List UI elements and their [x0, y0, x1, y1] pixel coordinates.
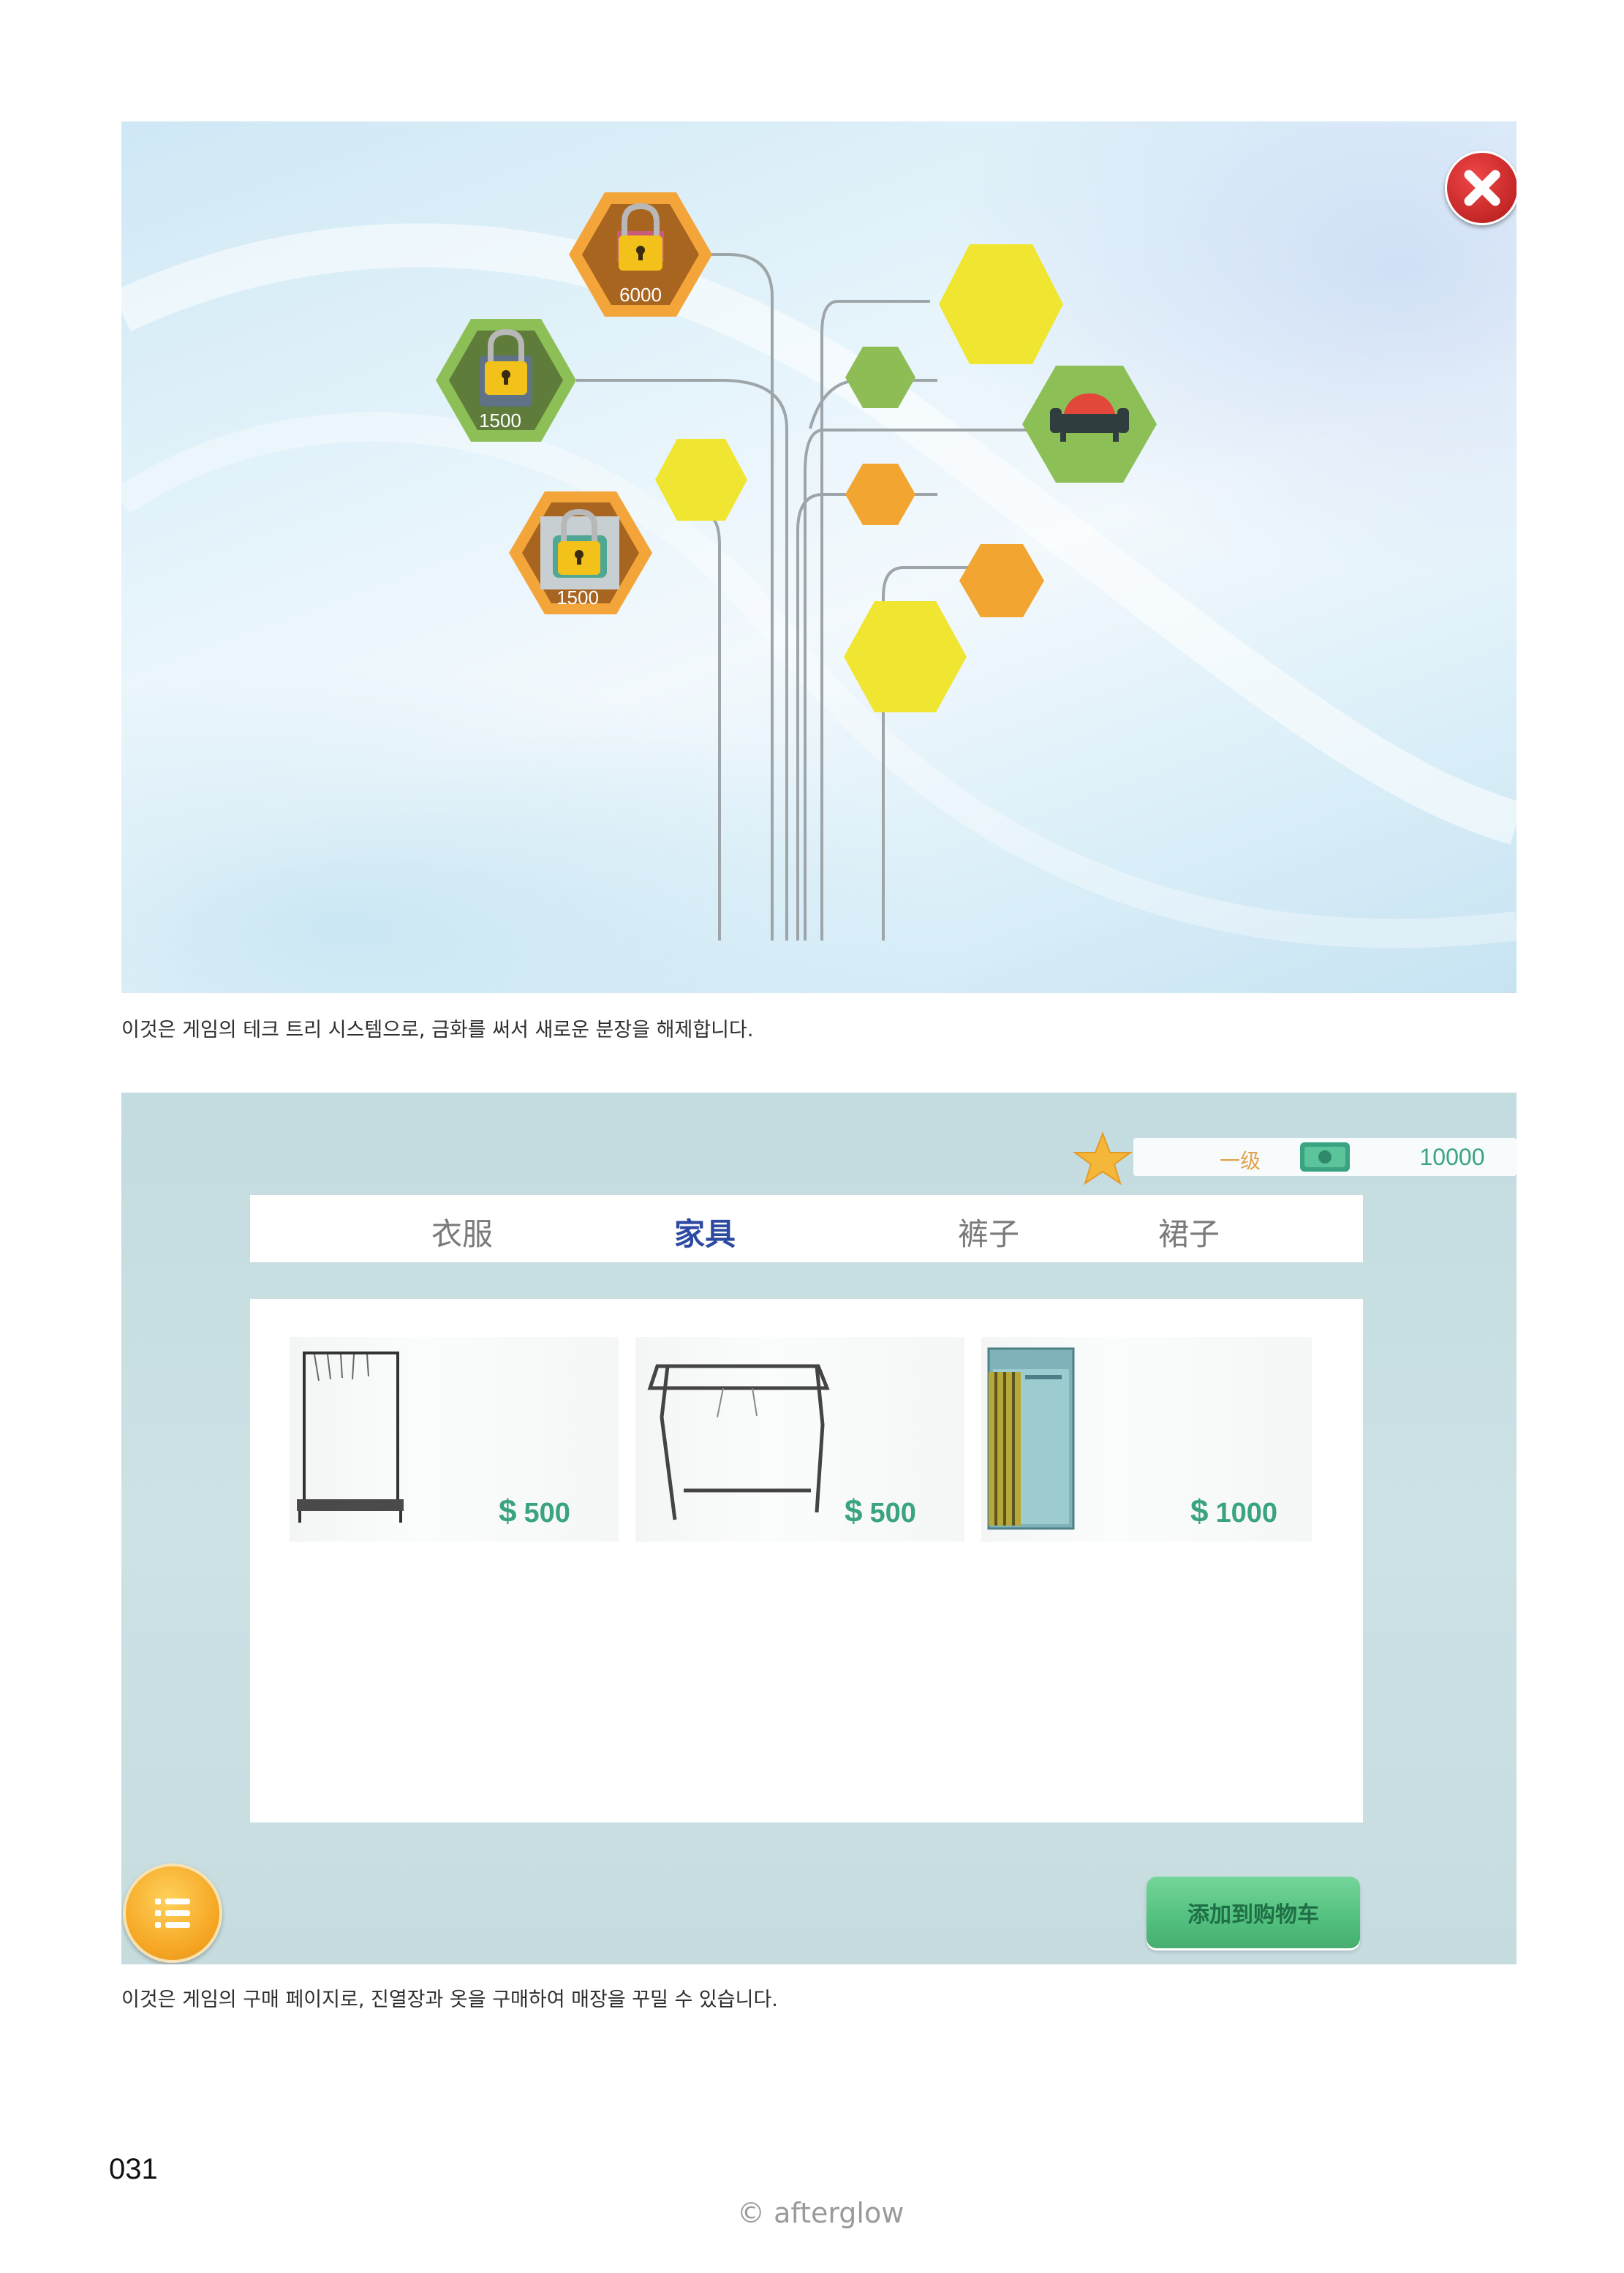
tab-skirts[interactable]: 裙子 — [1158, 1210, 1220, 1254]
price-label: $500 — [499, 1493, 570, 1529]
drying-rack-image — [647, 1364, 830, 1520]
add-to-cart-button[interactable]: 添加到购物车 — [1147, 1877, 1360, 1948]
tech-node-yellow[interactable] — [844, 601, 967, 712]
node-cost-label: 1500 — [556, 587, 599, 608]
star-icon — [1072, 1131, 1133, 1185]
tech-node-orange-small[interactable] — [959, 544, 1044, 617]
level-label: 一级 — [1219, 1150, 1261, 1172]
product-card-coat-rack[interactable]: $500 — [290, 1337, 619, 1542]
tab-furniture[interactable]: 家具 — [674, 1210, 736, 1254]
footer-brand: © afterglow — [737, 2197, 904, 2229]
product-card-drying-rack[interactable]: $500 — [635, 1337, 964, 1542]
tech-tree-graph: 6000 1500 1500 — [121, 192, 1517, 949]
list-menu-icon — [155, 1899, 190, 1928]
add-to-cart-label: 添加到购物车 — [1187, 1902, 1319, 1928]
node-cost-label: 1500 — [479, 410, 521, 431]
background-swoosh — [121, 412, 1517, 949]
category-tab-bar: 衣服 家具 裤子 裙子 — [250, 1195, 1363, 1262]
shop-screen: 一级 10000 衣服 家具 裤子 裙子 $500 $ 500 $ 1000 添… — [121, 1093, 1517, 1964]
tech-node-orange-small[interactable] — [845, 464, 915, 525]
tab-clothes[interactable]: 衣服 — [431, 1210, 493, 1254]
tech-tree-caption: 이것은 게임의 테크 트리 시스템으로, 금화를 써서 새로운 분장을 해제합니… — [121, 1019, 754, 1041]
menu-button[interactable] — [123, 1863, 222, 1963]
sofa-icon — [1056, 414, 1123, 433]
price-label: $500 — [845, 1493, 916, 1529]
coat-rack-image — [297, 1352, 404, 1523]
background-swoosh — [121, 223, 1517, 845]
close-icon — [1464, 170, 1500, 206]
product-grid: $500 $500 $ 1000 — [250, 1299, 1363, 1822]
node-cost-label: 6000 — [619, 284, 662, 306]
tech-tree-screen: 6000 1500 1500 — [121, 121, 1517, 993]
tech-node-yellow[interactable] — [939, 244, 1063, 364]
price-label: $1000 — [1190, 1493, 1278, 1529]
money-icon — [1300, 1142, 1350, 1172]
product-card-fitting-room[interactable]: $1000 — [981, 1337, 1312, 1542]
fitting-room-image — [987, 1347, 1075, 1530]
page-number: 031 — [109, 2153, 158, 2185]
close-button[interactable] — [1445, 151, 1517, 225]
tech-node-sofa[interactable] — [1022, 366, 1157, 483]
tab-pants[interactable]: 裤子 — [958, 1210, 1019, 1254]
money-amount: 10000 — [1419, 1144, 1485, 1170]
shop-caption: 이것은 게임의 구매 페이지로, 진열장과 옷을 구매하여 매장을 꾸밀 수 있… — [121, 1989, 778, 2011]
